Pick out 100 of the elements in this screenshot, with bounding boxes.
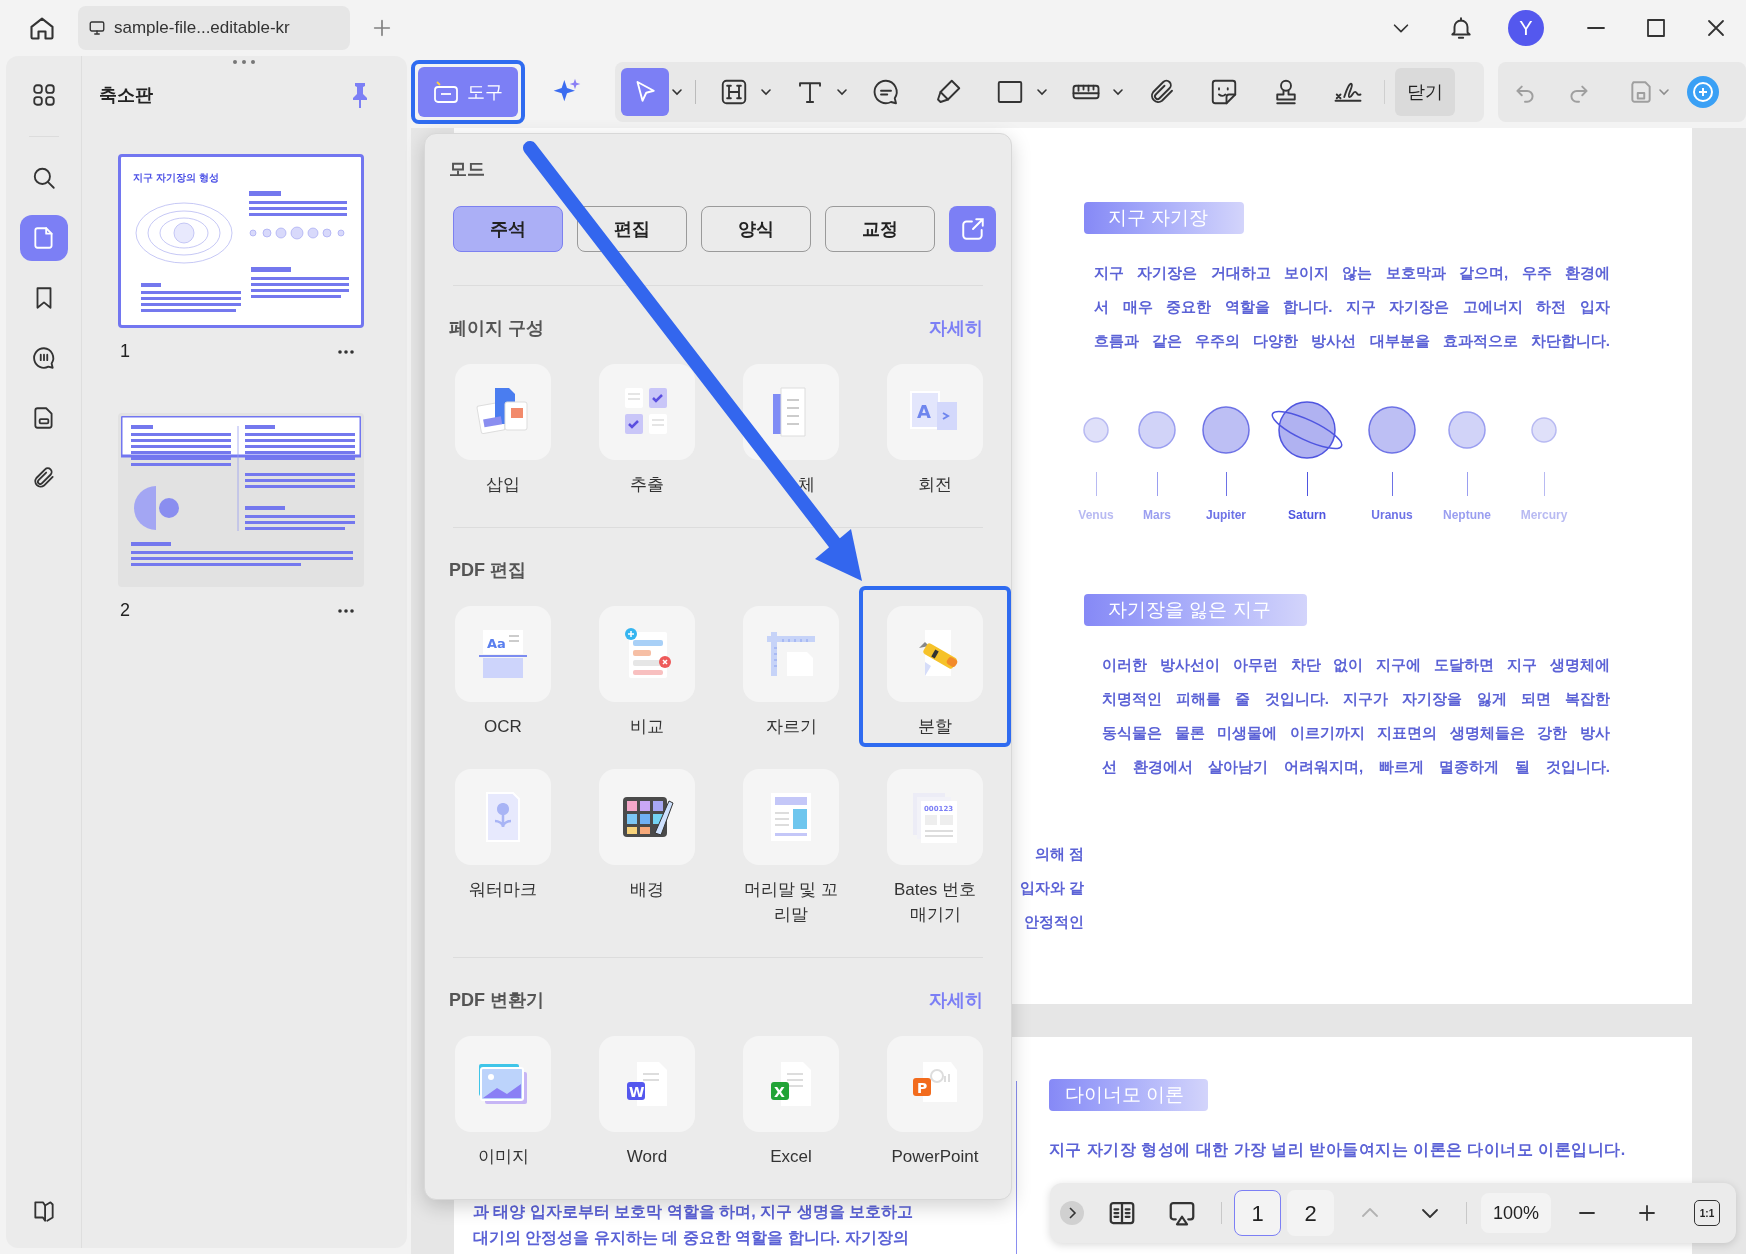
tool-label: PowerPoint [890,1146,980,1168]
documents-icon [476,388,528,435]
open-external-button[interactable] [949,206,996,252]
planet-icon [1530,416,1558,444]
section-title: PDF 편집 [449,558,526,582]
drag-handle-icon[interactable] [232,59,256,65]
caret-icon[interactable] [1112,86,1124,98]
sticker-icon [1209,77,1239,107]
page-swap-icon [773,387,806,437]
image-icon [479,1064,527,1104]
comment-icon [871,77,901,107]
icon-letter: P [917,1080,928,1096]
section-heading: 자기장을 잃은 지구 [1084,594,1307,626]
close-tools-button[interactable]: 닫기 [1395,68,1455,116]
tool-label: 추출 [629,474,665,496]
planet-icon [1082,416,1110,444]
tool-label: 워터마크 [468,879,538,901]
paragraph: 이러한 방사선이 아무런 차단 없이 지구에 도달하면 지구 생명체에 치명적인 피해를 줄 것입니다. 지구가 자기장을 잃게 되면 복잡한 동식물은 물론 미생물에 이르기까지 지표면의 생명체들은 강한 방사 선 환경에서 살아남기 어려워지며, 빠르게 멸종하게 될 것입니다. [1101,655,1610,777]
more-options-icon[interactable] [338,349,354,354]
rotate-pages-icon [910,391,957,430]
planet-icon [1367,405,1417,455]
section-title: 모드 [448,158,486,181]
presentation-file-icon [913,1062,957,1102]
planet-icon [1201,405,1251,455]
caret-icon[interactable] [1036,86,1048,98]
tool-label: Word [625,1146,669,1168]
spreadsheet-icon [771,1062,811,1106]
notification-bell-icon[interactable] [1448,15,1474,41]
open-external-icon [959,216,986,242]
avatar[interactable]: Y [1508,10,1544,46]
section-title: 페이지 구성 [449,316,544,340]
panel-title: 축소판 [99,83,153,107]
body-text: 의해 점 [1034,844,1084,864]
caret-icon[interactable] [760,86,772,98]
tool-label: Bates 번호 매기기 [892,879,978,926]
ai-assistant-icon[interactable] [1686,75,1720,109]
section-heading: 지구 자기장 [1084,202,1245,234]
page-button[interactable]: 1 [1234,1190,1281,1236]
paragraph: 지구 자기장 형성에 대한 가장 널리 받아들여지는 이론은 다이너모 이론입니다. [1049,1140,1626,1160]
icon-letter: Aa [487,636,506,651]
toolbox-icon [433,80,459,104]
tool-label: 배경 [629,879,665,901]
body-text: 과 태양 입자로부터 보호막 역할을 하며, 지구 생명을 보호하고 [473,1202,914,1222]
page-number: 2 [120,599,130,622]
section-heading: 다이너모 이론 [1049,1079,1209,1111]
heading-icon [719,77,749,107]
expand-icon[interactable] [1060,1201,1084,1225]
page-number: 1 [120,340,130,363]
comment-icon [30,345,57,371]
tool-label: 머리말 및 꼬리말 [742,879,840,926]
more-options-icon[interactable] [338,608,354,613]
page-button[interactable]: 2 [1287,1190,1334,1236]
tool-label: 회전 [917,474,953,496]
page-tab[interactable] [19,215,68,261]
tool-label: 삽입 [485,474,521,496]
tool-label: 분할 [917,716,953,738]
thumbnail-heading: 지구 자기장의 형성 [133,171,219,185]
planet-label: Venus [1078,507,1114,524]
header-footer-icon [771,793,811,841]
zoom-field[interactable]: 100% [1481,1193,1551,1233]
compare-document-icon [625,628,671,678]
planet-label: Jupiter [1206,507,1246,524]
document-tab[interactable]: sample-file...editable-kr [78,6,350,50]
color-palette-icon [623,797,674,837]
planet-label: Saturn [1288,507,1326,524]
crop-ruler-icon [767,632,815,676]
tool-label: 자르기 [764,716,818,738]
planet-icon [1137,410,1177,450]
mode-tab[interactable]: 주석 [453,206,563,252]
body-text: 입자와 같 [1019,878,1084,898]
maximize-icon[interactable] [1644,16,1668,40]
icon-letter: X [774,1084,785,1100]
body-text: 대기의 안정성을 유지하는 데 중요한 역할을 합니다. 자기장의 [473,1228,910,1248]
icon-letter: A [917,401,931,422]
word-document-icon [627,1062,667,1106]
mode-tab[interactable]: 교정 [825,206,935,252]
section-title: PDF 변환기 [449,988,544,1012]
watermark-icon [486,792,520,842]
thumbnails-icon [30,82,57,108]
tab-title: sample-file...editable-kr [114,17,290,40]
page-thumbnail[interactable]: 지구 자기장의 형성 [118,154,364,328]
planet-label: Uranus [1371,507,1413,524]
actual-size-button[interactable]: 1:1 [1694,1200,1720,1226]
mode-tab[interactable]: 편집 [577,206,687,252]
tool-label: Excel [769,1146,813,1168]
utility-knife-icon [919,630,959,676]
mode-tab[interactable]: 양식 [701,206,811,252]
tool-item[interactable]: 머리말 및 꼬리말 [727,769,855,927]
planet-label: Neptune [1443,507,1491,524]
planet-label: Mercury [1520,507,1568,524]
tool-label: OCR [483,716,523,738]
new-tab-icon[interactable] [371,17,393,39]
caret-icon[interactable] [671,86,683,98]
caret-icon[interactable] [836,86,848,98]
tool-label: 비교 [629,716,665,738]
icon-letter: W [629,1084,645,1100]
tool-label: 이미지 [476,1146,530,1168]
paragraph: 지구 자기장은 거대하고 보이지 않는 보호막과 같으며, 우주 환경에 서 매우 중요한 역할을 합니다. 지구 자기장은 고에너지 하전 입자 흐름과 같은 우주의 다양한 방사선 대부분을 효과적으로 차단합니다. [1093,263,1610,351]
monitor-icon [88,19,106,37]
numbered-pages-icon [913,793,957,843]
